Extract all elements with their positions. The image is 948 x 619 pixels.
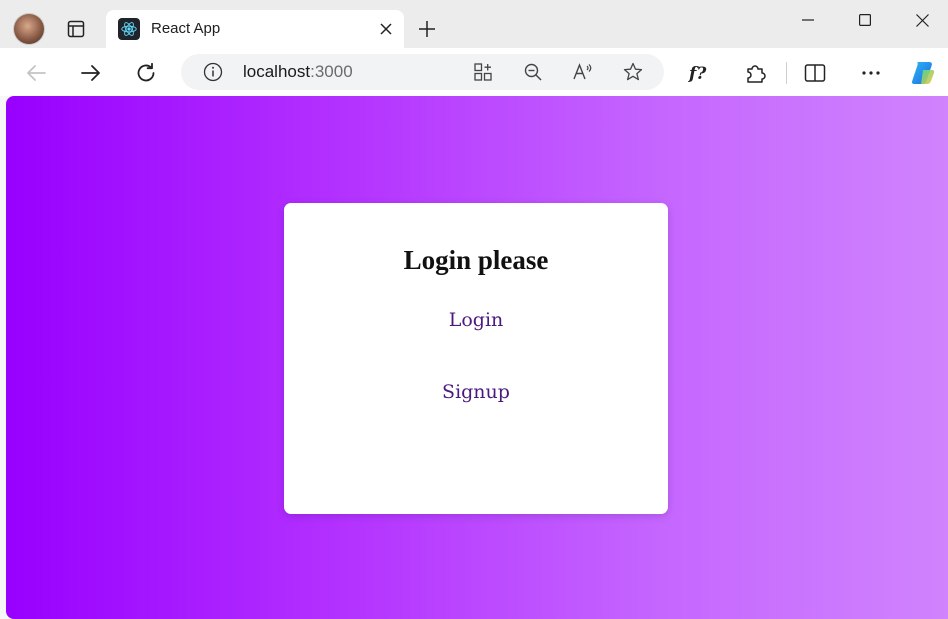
minimize-icon xyxy=(802,14,814,26)
new-tab-button[interactable] xyxy=(413,15,441,43)
formula-icon: f? xyxy=(688,62,712,84)
close-icon xyxy=(915,13,929,27)
signup-link[interactable]: Signup xyxy=(284,381,668,403)
arrow-right-icon xyxy=(80,62,102,84)
login-link[interactable]: Login xyxy=(284,309,668,331)
browser-toolbar: localhost:3000 f? xyxy=(0,48,948,96)
address-bar[interactable]: localhost:3000 xyxy=(181,54,664,90)
refresh-icon xyxy=(135,62,157,84)
profile-avatar[interactable] xyxy=(14,14,44,44)
site-info-button[interactable] xyxy=(200,59,226,85)
svg-text:f?: f? xyxy=(688,64,707,84)
copilot-button[interactable] xyxy=(908,58,938,88)
apps-icon xyxy=(473,62,493,82)
url-port: :3000 xyxy=(310,62,353,81)
close-icon xyxy=(380,23,392,35)
react-logo-icon xyxy=(118,18,140,40)
refresh-button[interactable] xyxy=(131,58,161,88)
maximize-icon xyxy=(859,14,871,26)
plus-icon xyxy=(418,20,436,38)
info-icon xyxy=(203,62,223,82)
star-icon xyxy=(623,62,643,82)
toolbar-divider xyxy=(786,62,787,84)
title-bar: React App xyxy=(0,0,948,48)
login-title: Login please xyxy=(403,245,549,275)
more-icon xyxy=(861,70,881,76)
active-tab[interactable]: React App xyxy=(106,10,404,48)
puzzle-icon xyxy=(744,62,766,84)
forward-button[interactable] xyxy=(76,58,106,88)
tab-title: React App xyxy=(151,20,221,37)
login-card: Login please Login Signup xyxy=(284,203,668,514)
split-screen-button[interactable] xyxy=(800,58,830,88)
tab-actions-icon xyxy=(67,20,85,38)
back-button[interactable] xyxy=(21,58,51,88)
read-aloud-icon xyxy=(572,62,594,82)
more-button[interactable] xyxy=(856,58,886,88)
url-host: localhost xyxy=(243,62,311,81)
zoom-button[interactable] xyxy=(520,59,546,85)
apps-button[interactable] xyxy=(470,59,496,85)
minimize-button[interactable] xyxy=(785,6,831,34)
split-screen-icon xyxy=(804,63,826,83)
address-url[interactable]: localhost:3000 xyxy=(243,62,353,82)
maximize-button[interactable] xyxy=(842,6,888,34)
favorite-button[interactable] xyxy=(620,59,646,85)
arrow-left-icon xyxy=(25,62,47,84)
zoom-out-icon xyxy=(523,62,543,82)
copilot-icon xyxy=(909,60,937,86)
extensions-button[interactable] xyxy=(740,58,770,88)
formula-button[interactable]: f? xyxy=(685,58,715,88)
tab-actions-button[interactable] xyxy=(62,16,90,42)
page-viewport: Login please Login Signup xyxy=(6,96,948,619)
close-window-button[interactable] xyxy=(899,6,945,34)
close-tab-button[interactable] xyxy=(376,19,396,39)
read-aloud-button[interactable] xyxy=(570,59,596,85)
